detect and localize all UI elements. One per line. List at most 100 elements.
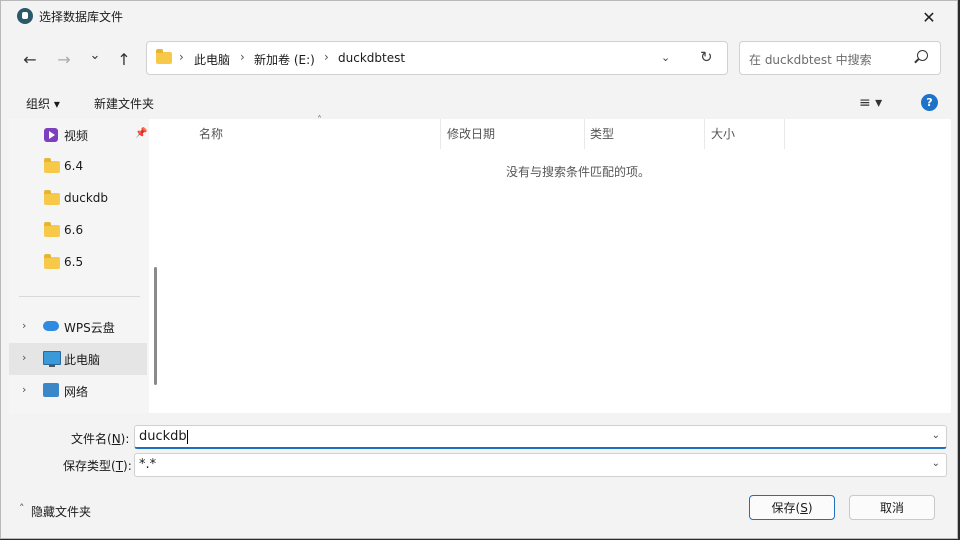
search-box[interactable]: 在 duckdbtest 中搜索 — [739, 41, 941, 75]
chevron-right-icon[interactable]: › — [22, 383, 26, 396]
chevron-down-icon[interactable]: ⌄ — [932, 458, 940, 469]
sidebar-item-wps-cloud[interactable]: › WPS云盘 — [9, 311, 149, 343]
filetype-label: 保存类型(T): — [63, 457, 132, 474]
file-dialog-window: 选择数据库文件 ✕ ← → ⌄ ↑ › 此电脑 › 新加卷 (E:) › duc… — [0, 0, 958, 539]
breadcrumb-separator: › — [240, 50, 245, 64]
filetype-select[interactable]: *.* ⌄ — [134, 453, 947, 477]
chevron-right-icon[interactable]: › — [22, 319, 26, 332]
file-form-area: 文件名(N): duckdb ⌄ 保存类型(T): *.* ⌄ ˄ 隐藏文件夹 … — [1, 413, 957, 538]
text-caret — [186, 429, 188, 444]
arrow-left-icon: ← — [23, 49, 37, 69]
network-icon — [43, 383, 59, 397]
sidebar-item-6-6[interactable]: 6.6 — [9, 215, 149, 247]
video-icon — [44, 128, 58, 142]
cloud-icon — [43, 321, 59, 331]
recent-locations-button[interactable]: ⌄ — [83, 43, 107, 67]
sidebar-scrollbar[interactable] — [154, 267, 157, 385]
save-label: 保存( — [771, 501, 801, 515]
title-bar: 选择数据库文件 ✕ — [1, 1, 957, 31]
filetype-accesskey: T — [115, 459, 124, 473]
sidebar-item-label: 6.4 — [64, 159, 84, 173]
filetype-label-end: ): — [123, 459, 132, 473]
sidebar-item-6-5[interactable]: 6.5 — [9, 247, 149, 279]
column-divider[interactable] — [440, 119, 441, 149]
navigation-pane: 视频 📌 6.4 duckdb 6.6 6.5 › WPS云盘 › 此电脑 › … — [9, 119, 149, 413]
chevron-right-icon[interactable]: › — [22, 351, 26, 364]
hide-folders-label: 隐藏文件夹 — [31, 505, 92, 519]
arrow-up-icon: ↑ — [117, 49, 131, 69]
save-accesskey: S — [800, 500, 808, 515]
search-input[interactable]: 在 duckdbtest 中搜索 — [749, 51, 872, 68]
back-button[interactable]: ← — [18, 47, 42, 71]
filename-label-end: ): — [120, 432, 130, 446]
sidebar-item-label: 6.5 — [64, 255, 84, 269]
view-options-button[interactable]: ≡ ▾ — [859, 95, 882, 111]
save-label-end: ) — [807, 500, 813, 515]
filetype-value: *.* — [139, 457, 157, 472]
navigation-bar: ← → ⌄ ↑ › 此电脑 › 新加卷 (E:) › duckdbtest ⌄ … — [1, 31, 957, 87]
close-icon: ✕ — [922, 7, 936, 27]
sort-ascending-icon: ˄ — [317, 115, 322, 126]
filename-input[interactable]: duckdb — [139, 429, 188, 444]
sidebar-item-label: 6.6 — [64, 223, 84, 237]
column-header-type[interactable]: 类型 — [590, 125, 614, 142]
dialog-title: 选择数据库文件 — [39, 10, 124, 24]
sidebar-item-label: 视频 — [64, 129, 89, 143]
column-divider[interactable] — [784, 119, 785, 149]
folder-icon — [156, 49, 172, 64]
breadcrumb-separator: › — [324, 50, 329, 64]
folder-icon — [44, 254, 60, 269]
close-button[interactable]: ✕ — [909, 4, 949, 30]
new-folder-button[interactable]: 新建文件夹 — [94, 95, 154, 112]
sidebar-item-label: 网络 — [64, 385, 89, 399]
folder-icon — [44, 190, 60, 205]
sidebar-divider — [19, 296, 140, 297]
address-bar[interactable]: › 此电脑 › 新加卷 (E:) › duckdbtest ⌄ ↻ — [146, 41, 728, 75]
filename-field[interactable]: duckdb ⌄ — [134, 425, 947, 449]
refresh-icon[interactable]: ↻ — [700, 48, 713, 66]
forward-button[interactable]: → — [52, 47, 76, 71]
filename-label: 文件名(N): — [71, 430, 129, 447]
sidebar-item-6-4[interactable]: 6.4 — [9, 151, 149, 183]
breadcrumb-this-pc[interactable]: 此电脑 — [194, 51, 230, 68]
column-divider[interactable] — [704, 119, 705, 149]
sidebar-item-videos[interactable]: 视频 📌 — [9, 119, 149, 151]
sidebar-item-label: duckdb — [64, 191, 109, 205]
address-dropdown-icon[interactable]: ⌄ — [661, 51, 670, 64]
arrow-right-icon: → — [57, 49, 71, 69]
breadcrumb-separator: › — [179, 50, 184, 64]
chevron-down-icon: ⌄ — [89, 47, 101, 63]
hide-folders-toggle[interactable]: ˄ 隐藏文件夹 — [19, 502, 92, 520]
column-header-size[interactable]: 大小 — [711, 125, 735, 142]
folder-icon — [44, 158, 60, 173]
browser-pane: 视频 📌 6.4 duckdb 6.6 6.5 › WPS云盘 › 此电脑 › … — [9, 115, 951, 413]
filename-label-text: 文件名( — [71, 432, 112, 446]
up-button[interactable]: ↑ — [112, 47, 136, 71]
sidebar-item-this-pc[interactable]: › 此电脑 — [9, 343, 147, 375]
breadcrumb-duckdbtest[interactable]: duckdbtest — [338, 51, 405, 65]
breadcrumb-drive-e[interactable]: 新加卷 (E:) — [254, 51, 315, 68]
help-icon[interactable]: ? — [921, 94, 938, 111]
folder-icon — [44, 222, 60, 237]
chevron-up-icon: ˄ — [19, 502, 25, 515]
file-list: ˄ 名称 修改日期 类型 大小 没有与搜索条件匹配的项。 — [165, 115, 951, 413]
filetype-label-text: 保存类型( — [63, 459, 116, 473]
save-button[interactable]: 保存(S) — [749, 495, 835, 520]
column-divider[interactable] — [584, 119, 585, 149]
filename-value: duckdb — [139, 429, 187, 444]
chevron-down-icon[interactable]: ⌄ — [932, 430, 940, 441]
filename-accesskey: N — [111, 432, 121, 446]
command-bar: 组织 ▾ 新建文件夹 ≡ ▾ ? — [1, 87, 957, 119]
sidebar-item-network[interactable]: › 网络 — [9, 375, 149, 407]
search-icon — [917, 50, 928, 61]
sidebar-item-label: 此电脑 — [64, 353, 101, 367]
cancel-button[interactable]: 取消 — [849, 495, 935, 520]
column-header-name[interactable]: 名称 — [199, 125, 223, 142]
organize-menu[interactable]: 组织 ▾ — [26, 95, 60, 112]
app-icon — [17, 8, 33, 24]
pin-icon: 📌 — [135, 128, 148, 139]
computer-icon — [43, 351, 61, 367]
sidebar-item-duckdb[interactable]: duckdb — [9, 183, 149, 215]
sidebar-item-label: WPS云盘 — [64, 321, 115, 335]
column-header-date-modified[interactable]: 修改日期 — [447, 125, 495, 142]
